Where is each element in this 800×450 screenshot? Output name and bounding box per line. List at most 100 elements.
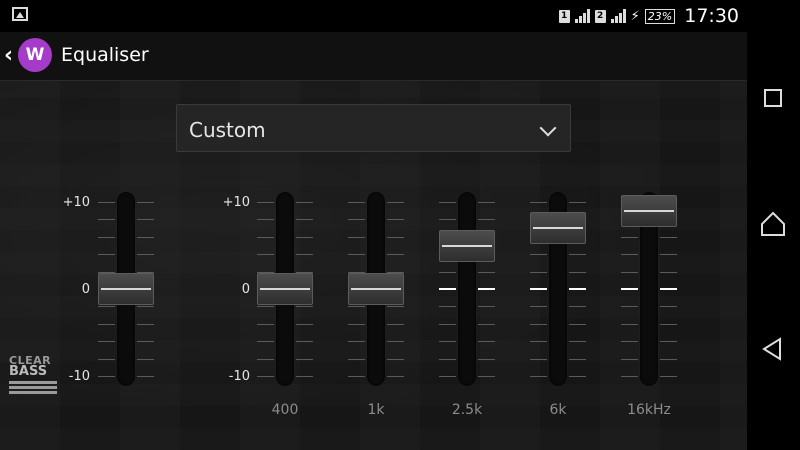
slider-tick	[660, 306, 677, 308]
clear-bass-slider[interactable]	[98, 192, 154, 386]
slider-tick	[569, 376, 586, 377]
page-title: Equaliser	[61, 44, 149, 66]
slider-tick	[621, 288, 638, 290]
slider-tick	[660, 271, 677, 273]
slider-tick	[98, 306, 115, 308]
clear-bass-logo-lines	[9, 381, 57, 394]
slider-tick	[137, 236, 154, 238]
slider-tick	[296, 202, 313, 203]
slider-tick	[296, 219, 313, 221]
slider-tick	[257, 254, 274, 256]
slider-knob[interactable]	[348, 273, 404, 305]
slider-tick	[98, 236, 115, 238]
slider-tick	[621, 306, 638, 308]
slider-tick	[530, 271, 547, 273]
walkman-app-icon[interactable]: W	[18, 38, 52, 72]
chevron-left-icon[interactable]: ‹	[4, 43, 13, 68]
slider-tick	[137, 254, 154, 256]
slider-tick	[348, 358, 365, 360]
slider-tick	[569, 288, 586, 290]
slider-tick	[439, 376, 456, 377]
slider-tick	[530, 202, 547, 203]
slider-tick	[660, 323, 677, 325]
slider-tick	[621, 358, 638, 360]
band-label-400: 400	[271, 402, 299, 418]
slider-tick	[530, 341, 547, 343]
charging-icon: ⚡	[630, 8, 640, 24]
scale-min-label: -10	[68, 369, 90, 384]
band-slider-6k[interactable]	[530, 192, 586, 386]
slider-tick	[569, 271, 586, 273]
slider-tick	[621, 376, 638, 377]
slider-tick	[387, 376, 404, 377]
slider-tick	[348, 202, 365, 203]
slider-tick	[478, 358, 495, 360]
status-clock: 17:30	[684, 5, 739, 27]
slider-tick	[296, 358, 313, 360]
slider-tick	[530, 254, 547, 256]
sim2-icon: 2	[594, 9, 606, 23]
slider-tick	[387, 306, 404, 308]
slider-tick	[621, 341, 638, 343]
slider-tick	[530, 323, 547, 325]
slider-tick	[348, 254, 365, 256]
slider-tick	[439, 358, 456, 360]
slider-tick	[439, 271, 456, 273]
band-slider-1k[interactable]	[348, 192, 404, 386]
slider-tick	[621, 271, 638, 273]
slider-tick	[257, 341, 274, 343]
slider-tick	[137, 306, 154, 308]
signal-icon	[610, 9, 626, 23]
slider-tick	[387, 202, 404, 203]
battery-indicator: 23%	[644, 8, 676, 24]
slider-tick	[439, 202, 456, 203]
slider-tick	[439, 219, 456, 221]
back-triangle-icon[interactable]	[761, 336, 783, 362]
slider-tick	[569, 358, 586, 360]
slider-tick	[137, 323, 154, 325]
band-slider-400[interactable]	[257, 192, 313, 386]
slider-tick	[660, 358, 677, 360]
slider-tick	[387, 341, 404, 343]
slider-tick	[296, 376, 313, 377]
slider-tick	[348, 376, 365, 377]
status-left	[12, 7, 28, 21]
slider-tick	[439, 323, 456, 325]
slider-tick	[621, 323, 638, 325]
slider-tick	[257, 202, 274, 203]
slider-tick	[387, 358, 404, 360]
slider-tick	[387, 254, 404, 256]
scale-max-label: +10	[222, 195, 250, 210]
scale-max-label: +10	[62, 195, 90, 210]
slider-tick	[98, 323, 115, 325]
slider-tick	[478, 376, 495, 377]
slider-tick	[660, 236, 677, 238]
scale-mid-label: 0	[241, 282, 250, 297]
slider-tick	[621, 236, 638, 238]
slider-tick	[98, 358, 115, 360]
slider-tick	[387, 219, 404, 221]
slider-knob[interactable]	[439, 229, 495, 262]
slider-tick	[478, 202, 495, 203]
slider-tick	[439, 341, 456, 343]
band-slider-16khz[interactable]	[621, 192, 677, 386]
status-right: 1 2 ⚡ 23% 17:30	[558, 5, 739, 27]
square-icon[interactable]	[764, 89, 782, 107]
slider-knob[interactable]	[621, 194, 677, 227]
preset-dropdown[interactable]: Custom	[176, 104, 571, 152]
slider-tick	[137, 202, 154, 203]
slider-tick	[137, 341, 154, 343]
slider-tick	[98, 376, 115, 377]
slider-knob[interactable]	[530, 212, 586, 245]
band-slider-2-5k[interactable]	[439, 192, 495, 386]
slider-tick	[569, 202, 586, 203]
home-icon[interactable]	[760, 210, 786, 238]
slider-knob[interactable]	[257, 273, 313, 305]
equaliser-screen: 1 2 ⚡ 23% 17:30 ‹ W Equaliser Custom +10…	[0, 0, 747, 450]
slider-tick	[257, 376, 274, 377]
slider-tick	[569, 306, 586, 308]
action-bar: ‹ W Equaliser	[0, 32, 747, 81]
slider-knob[interactable]	[98, 273, 154, 305]
slider-tick	[621, 254, 638, 256]
preset-selected-value: Custom	[189, 118, 266, 142]
